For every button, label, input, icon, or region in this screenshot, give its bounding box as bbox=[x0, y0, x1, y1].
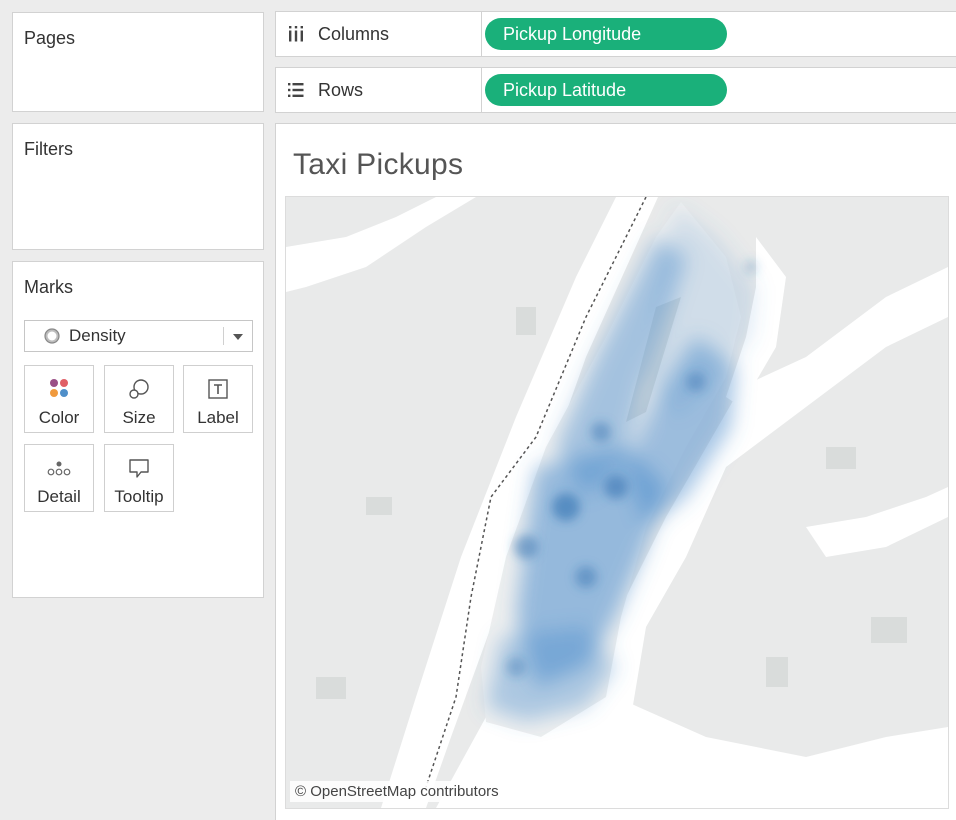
park bbox=[516, 307, 536, 335]
detail-button[interactable]: Detail bbox=[24, 444, 94, 512]
park bbox=[871, 617, 907, 643]
tooltip-button[interactable]: Tooltip bbox=[104, 444, 174, 512]
rows-icon bbox=[287, 81, 305, 99]
size-button-label: Size bbox=[122, 408, 156, 427]
columns-shelf[interactable]: Columns Pickup Longitude bbox=[275, 11, 956, 57]
color-button[interactable]: Color bbox=[24, 365, 94, 433]
shelf-divider bbox=[481, 68, 482, 112]
park bbox=[316, 677, 346, 699]
pages-card[interactable]: Pages bbox=[12, 12, 264, 112]
rows-shelf-label: Rows bbox=[318, 80, 364, 100]
color-icon bbox=[47, 377, 71, 401]
label-button-label: Label bbox=[197, 408, 239, 427]
label-button[interactable]: Label bbox=[183, 365, 253, 433]
mark-type-label: Density bbox=[69, 326, 126, 345]
chevron-down-icon bbox=[233, 334, 243, 340]
park bbox=[366, 497, 392, 515]
pickup-longitude-pill[interactable]: Pickup Longitude bbox=[485, 18, 727, 50]
density-icon bbox=[43, 327, 61, 345]
marks-card-title: Marks bbox=[24, 277, 73, 297]
mark-type-dropdown[interactable]: Density bbox=[24, 320, 253, 352]
pages-card-title: Pages bbox=[24, 28, 76, 48]
view-title: Taxi Pickups bbox=[293, 148, 464, 181]
park bbox=[826, 447, 856, 469]
detail-button-label: Detail bbox=[37, 487, 81, 506]
size-icon bbox=[127, 377, 151, 401]
view-pane: Taxi Pickups © OpenStreetMap contributor… bbox=[275, 123, 956, 820]
tooltip-button-label: Tooltip bbox=[114, 487, 164, 506]
park bbox=[766, 657, 788, 687]
size-button[interactable]: Size bbox=[104, 365, 174, 433]
marks-card: Marks Density Color Size Label Detail To… bbox=[12, 261, 264, 598]
map-attribution[interactable]: © OpenStreetMap contributors bbox=[290, 781, 504, 802]
map-canvas bbox=[286, 197, 948, 808]
density-map[interactable]: © OpenStreetMap contributors bbox=[285, 196, 949, 809]
filters-card-title: Filters bbox=[24, 139, 73, 159]
columns-icon bbox=[287, 25, 305, 43]
rows-shelf[interactable]: Rows Pickup Latitude bbox=[275, 67, 956, 113]
pickup-latitude-pill[interactable]: Pickup Latitude bbox=[485, 74, 727, 106]
filters-card[interactable]: Filters bbox=[12, 123, 264, 250]
color-button-label: Color bbox=[38, 408, 80, 427]
columns-shelf-label: Columns bbox=[318, 24, 390, 44]
label-icon bbox=[206, 377, 230, 401]
dropdown-divider bbox=[223, 327, 224, 345]
shelf-divider bbox=[481, 12, 482, 56]
tooltip-icon bbox=[127, 456, 151, 480]
detail-icon bbox=[46, 456, 72, 480]
